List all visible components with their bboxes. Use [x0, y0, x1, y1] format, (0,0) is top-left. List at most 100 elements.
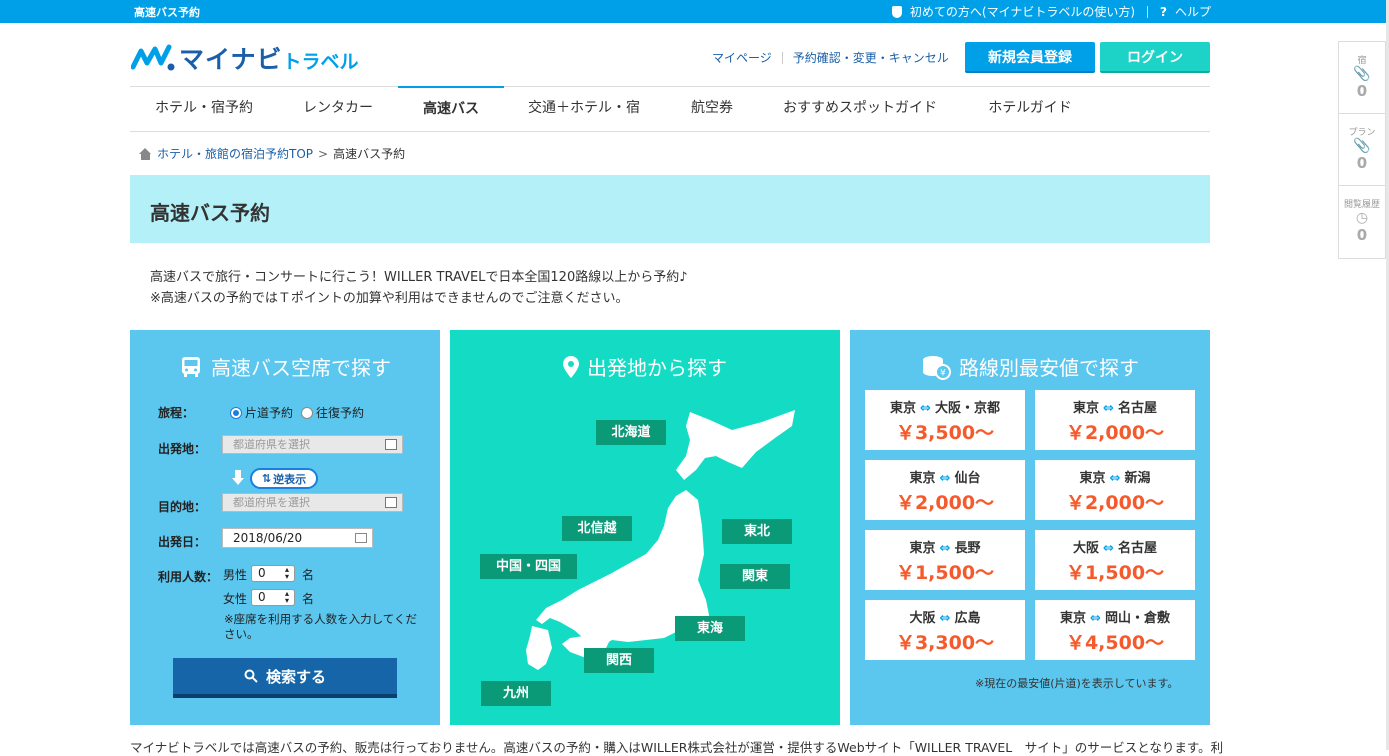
breadcrumb-home-link[interactable]: ホテル・旅館の宿泊予約TOP — [157, 145, 313, 162]
region-kanto[interactable]: 関東 — [720, 564, 790, 589]
route-card-osaka-hiroshima[interactable]: 大阪 ⇔ 広島 ￥3,300〜 — [865, 600, 1025, 660]
site-logo[interactable]: マイナビ トラベル — [131, 40, 359, 76]
price-title: ¥ 路線別最安値で探す — [850, 352, 1210, 381]
to-placeholder: 都道府県を選択 — [233, 496, 310, 509]
route-arrow: ⇔ — [920, 401, 931, 416]
nav-rentacar[interactable]: レンタカー — [278, 87, 398, 131]
page-title: 高速バス予約 — [150, 201, 270, 225]
side-item-label: 閲覧履歴 — [1343, 200, 1380, 210]
route-price: ￥1,500〜 — [895, 562, 995, 584]
route-from: 東京 — [909, 471, 936, 486]
route-from: 東京 — [1079, 471, 1106, 486]
route-to: 長野 — [954, 541, 981, 556]
login-button[interactable]: ログイン — [1100, 42, 1210, 73]
search-icon — [244, 669, 258, 683]
route-to: 名古屋 — [1117, 541, 1157, 556]
list-icon — [385, 497, 397, 508]
bus-icon — [182, 356, 200, 377]
male-count-stepper[interactable]: 0 — [251, 565, 295, 582]
nav-highway-bus[interactable]: 高速バス — [398, 86, 504, 130]
breadcrumb-separator: > — [318, 146, 329, 161]
side-item-plan[interactable]: プラン 📎 0 — [1339, 114, 1385, 186]
swap-label: 逆表示 — [273, 472, 307, 486]
route-arrow: ⇔ — [1109, 471, 1121, 486]
bus-search-title-text: 高速バス空席で探す — [211, 356, 391, 380]
side-item-count: 0 — [1356, 154, 1368, 172]
people-label: 利用人数： — [158, 570, 219, 584]
mypage-link[interactable]: マイページ — [712, 49, 772, 66]
intro-text: 高速バスで旅行・コンサートに行こう！WILLER TRAVELで日本全国120路… — [150, 267, 688, 309]
to-select[interactable]: 都道府県を選択 — [222, 493, 403, 512]
logo-sub-text: トラベル — [282, 51, 359, 73]
route-price: ￥1,500〜 — [1065, 562, 1165, 584]
swap-arrows-icon: ⇅ — [261, 472, 272, 485]
region-chugoku-shikoku[interactable]: 中国・四国 — [480, 554, 577, 579]
radio-unselected-icon — [301, 406, 313, 419]
top-bar: 高速バス予約 初めての方へ(マイナビトラベルの使い方) ? ヘルプ — [0, 0, 1389, 23]
register-button[interactable]: 新規会員登録 — [965, 42, 1095, 73]
people-note: ※座席を利用する人数を入力してください。 — [224, 612, 417, 641]
coins-icon: ¥ — [923, 355, 951, 380]
route-card-tokyo-osaka[interactable]: 東京 ⇔ 大阪・京都 ￥3,500〜 — [865, 390, 1025, 450]
paperclip-icon: 📎 — [1353, 138, 1371, 154]
route-to: 仙台 — [954, 471, 981, 486]
route-to: 広島 — [954, 611, 981, 626]
date-value: 2018/06/20 — [233, 531, 303, 545]
route-from: 東京 — [1073, 401, 1100, 416]
main-nav: ホテル・宿予約 レンタカー 高速バス 交通＋ホテル・宿 航空券 おすすめスポット… — [130, 86, 1210, 132]
nav-spot-guide[interactable]: おすすめスポットガイド — [760, 87, 960, 131]
nav-hotel-guide[interactable]: ホテルガイド — [960, 87, 1100, 131]
route-card-tokyo-okayama[interactable]: 東京 ⇔ 岡山・倉敷 ￥4,500〜 — [1035, 600, 1195, 660]
divider — [1147, 5, 1149, 18]
region-tokai[interactable]: 東海 — [675, 616, 745, 641]
route-from: 大阪 — [909, 611, 936, 626]
side-item-inn[interactable]: 宿 📎 0 — [1339, 42, 1385, 114]
route-to: 岡山・倉敷 — [1104, 611, 1170, 626]
intro-line-1: 高速バスで旅行・コンサートに行こう！WILLER TRAVELで日本全国120路… — [150, 270, 688, 285]
route-price: ￥2,000〜 — [1065, 492, 1165, 514]
route-card-tokyo-nagano[interactable]: 東京 ⇔ 長野 ￥1,500〜 — [865, 530, 1025, 590]
route-card-tokyo-sendai[interactable]: 東京 ⇔ 仙台 ￥2,000〜 — [865, 460, 1025, 520]
logo-mark-icon — [131, 44, 175, 71]
topbar-brand: 高速バス予約 — [134, 6, 200, 19]
region-kansai[interactable]: 関西 — [584, 648, 654, 673]
female-count-stepper[interactable]: 0 — [251, 589, 295, 606]
radio-selected-icon — [230, 406, 242, 419]
nav-airline[interactable]: 航空券 — [664, 87, 760, 131]
region-kitashinetsu[interactable]: 北信越 — [562, 516, 632, 541]
first-time-link[interactable]: 初めての方へ(マイナビトラベルの使い方) — [910, 3, 1135, 20]
region-tohoku[interactable]: 東北 — [722, 519, 792, 544]
side-item-history[interactable]: 閲覧履歴 ◷ 0 — [1339, 186, 1385, 258]
route-price: ￥2,000〜 — [1065, 422, 1165, 444]
route-to: 新潟 — [1124, 471, 1151, 486]
nav-transport-hotel[interactable]: 交通＋ホテル・宿 — [504, 87, 664, 131]
help-link[interactable]: ヘルプ — [1175, 3, 1211, 20]
route-price: ￥3,500〜 — [895, 422, 995, 444]
intro-line-2: ※高速バスの予約ではＴポイントの加算や利用はできませんのでご注意ください。 — [150, 291, 629, 306]
side-widget: 宿 📎 0 プラン 📎 0 閲覧履歴 ◷ 0 — [1338, 41, 1386, 259]
trip-label: 旅程： — [158, 406, 195, 420]
breadcrumb: ホテル・旅館の宿泊予約TOP > 高速バス予約 — [139, 145, 405, 162]
nav-hotel[interactable]: ホテル・宿予約 — [130, 87, 278, 131]
swap-button[interactable]: ⇅ 逆表示 — [250, 468, 318, 489]
search-button[interactable]: 検索する — [173, 658, 397, 698]
topbar-links: 初めての方へ(マイナビトラベルの使い方) ? ヘルプ — [891, 3, 1211, 20]
region-hokkaido[interactable]: 北海道 — [596, 420, 666, 445]
route-card-osaka-nagoya[interactable]: 大阪 ⇔ 名古屋 ￥1,500〜 — [1035, 530, 1195, 590]
route-card-tokyo-nagoya[interactable]: 東京 ⇔ 名古屋 ￥2,000〜 — [1035, 390, 1195, 450]
header-links: マイページ 予約確認・変更・キャンセル — [712, 49, 949, 66]
from-select[interactable]: 都道府県を選択 — [222, 435, 403, 454]
oneway-radio[interactable]: 片道予約 — [230, 404, 293, 421]
list-icon — [385, 439, 397, 450]
route-card-tokyo-niigata[interactable]: 東京 ⇔ 新潟 ￥2,000〜 — [1035, 460, 1195, 520]
calendar-icon — [355, 533, 367, 543]
male-label: 男性 — [223, 568, 248, 582]
price-note: ※現在の最安値(片道)を表示しています。 — [975, 677, 1179, 690]
roundtrip-radio[interactable]: 往復予約 — [301, 404, 364, 421]
route-price: ￥2,000〜 — [895, 492, 995, 514]
female-unit: 名 — [302, 592, 315, 606]
region-kyushu[interactable]: 九州 — [481, 681, 551, 706]
route-price: ￥3,300〜 — [895, 632, 995, 654]
date-input[interactable]: 2018/06/20 — [222, 528, 373, 548]
reservation-link[interactable]: 予約確認・変更・キャンセル — [793, 49, 949, 66]
